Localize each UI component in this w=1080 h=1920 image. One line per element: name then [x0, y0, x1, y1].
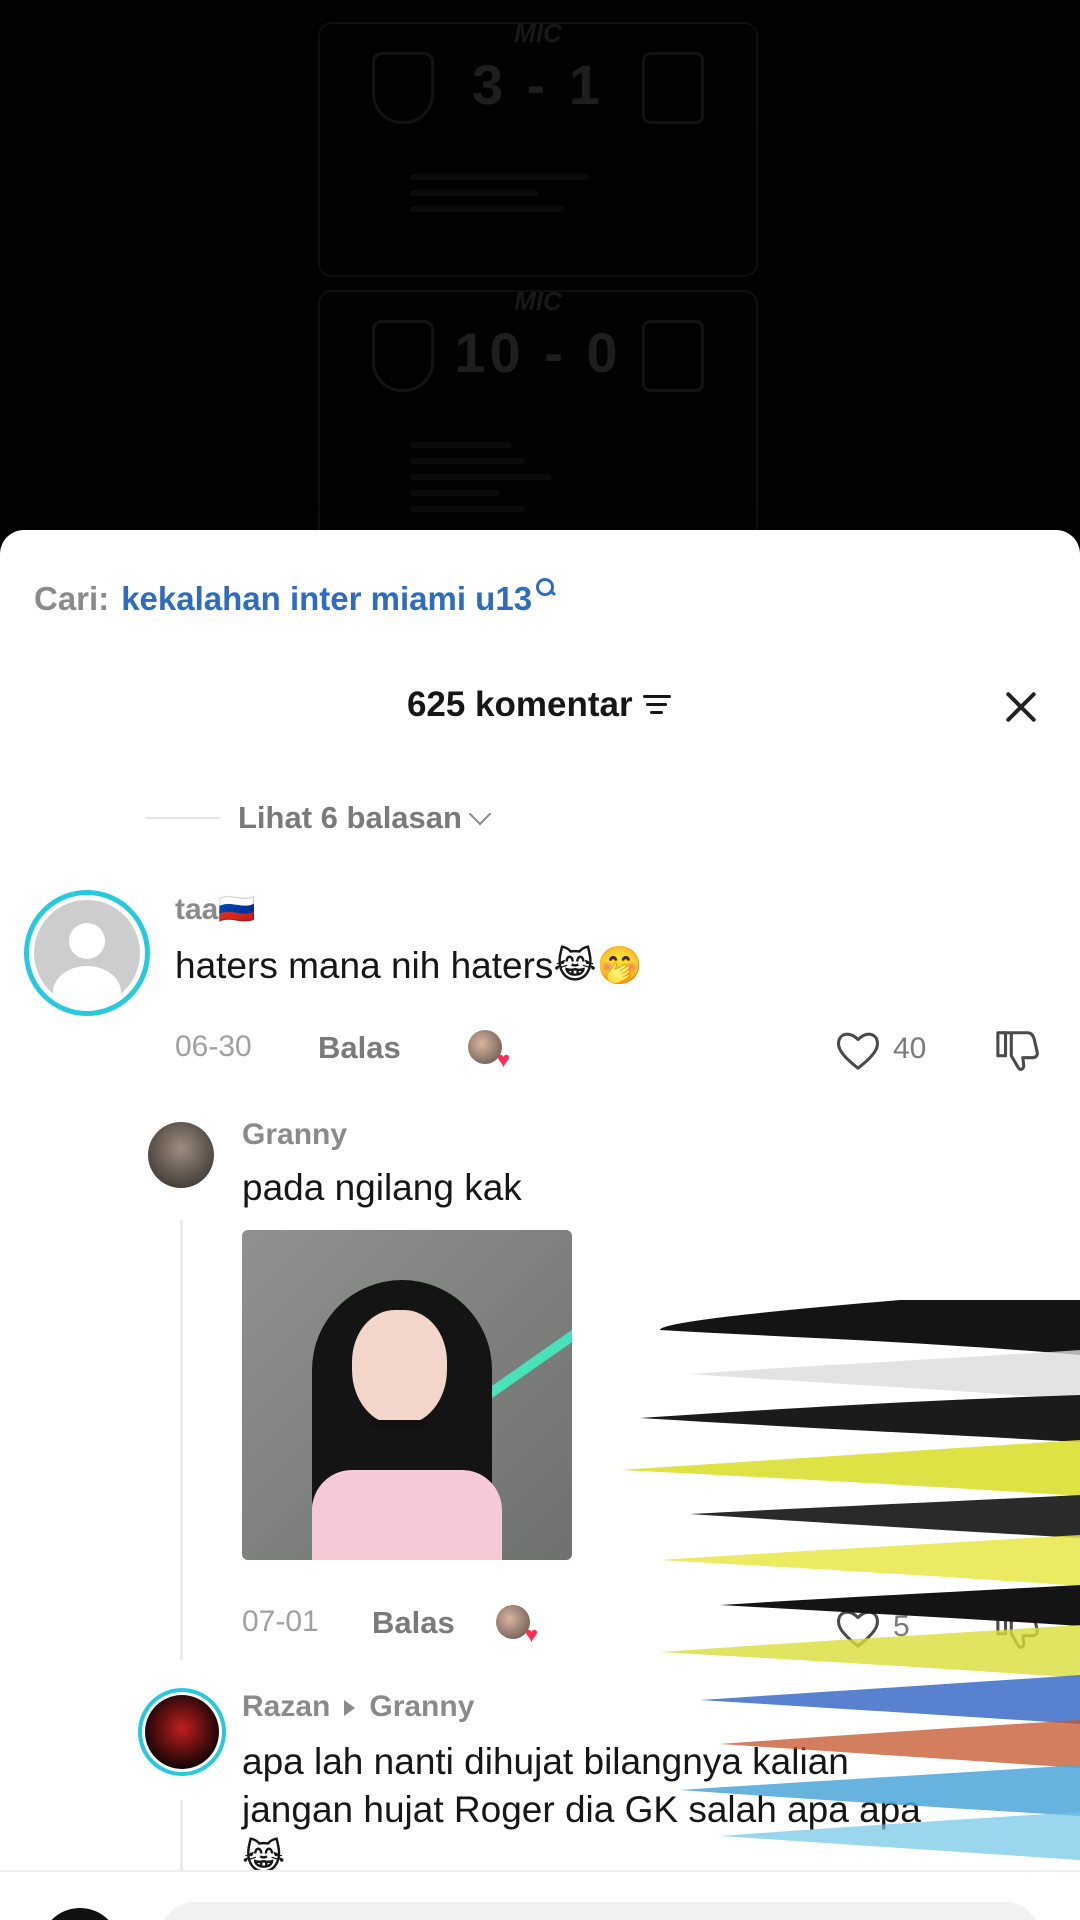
creator-liked-badge: ♥ [496, 1605, 538, 1647]
close-icon[interactable] [998, 685, 1042, 729]
comment-text: haters mana nih haters😹🤭 [175, 945, 643, 986]
comment-input[interactable] [160, 1902, 1040, 1920]
team-crest-icon [642, 320, 704, 392]
search-icon [536, 578, 555, 596]
comment-text: pada ngilang kak [242, 1167, 522, 1208]
comment-date: 06-30 [175, 1030, 252, 1063]
heart-icon: ♥ [524, 1622, 538, 1647]
comment-gif-image[interactable] [242, 1230, 572, 1560]
scoreboard-brand: MIC [514, 18, 562, 48]
avatar[interactable] [24, 890, 150, 1016]
comments-sheet: Cari: kekalahan inter miami u13 625 kome… [0, 530, 1080, 1920]
search-term-link[interactable]: kekalahan inter miami u13 [121, 580, 532, 618]
dislike-icon[interactable] [995, 1027, 1041, 1073]
comment-text: apa lah nanti dihujat bilangnya kalian j… [242, 1738, 921, 1882]
search-label: Cari: [34, 580, 110, 617]
scoreboard-image: MIC 3 - 1 [318, 18, 758, 277]
like-icon[interactable] [835, 1030, 881, 1072]
view-replies-label: Lihat 6 balasan [238, 800, 462, 835]
comment-username[interactable]: taa🇷🇺 [175, 892, 256, 927]
like-icon[interactable] [835, 1608, 881, 1650]
video-background[interactable]: MIC 3 - 1 MIC 10 - 0 [0, 0, 1080, 540]
scorers-list [410, 432, 666, 522]
avatar-image [145, 1695, 219, 1769]
avatar[interactable] [138, 1688, 226, 1776]
dislike-icon[interactable] [995, 1605, 1041, 1651]
sort-icon[interactable] [643, 693, 673, 717]
thread-line [180, 1220, 183, 1660]
scoreboard-image: MIC 10 - 0 [318, 286, 758, 540]
avatar[interactable] [148, 1122, 214, 1188]
view-replies-button[interactable]: Lihat 6 balasan [145, 800, 492, 836]
reply-arrow-icon [344, 1700, 356, 1717]
like-count: 40 [893, 1032, 927, 1065]
reply-button[interactable]: Balas [318, 1030, 401, 1066]
comment-count-title: 625 komentar [406, 685, 633, 724]
heart-icon: ♥ [496, 1047, 510, 1072]
reply-header: Razan Granny [242, 1690, 474, 1724]
like-count: 5 [893, 1610, 910, 1643]
comment-input-bar [0, 1870, 1080, 1920]
replied-to-username[interactable]: Granny [369, 1690, 474, 1723]
comment-date: 07-01 [242, 1605, 319, 1638]
comment-username[interactable]: Granny [242, 1118, 347, 1152]
comment-username[interactable]: Razan [242, 1690, 330, 1723]
search-suggestion[interactable]: Cari: kekalahan inter miami u13 [34, 578, 555, 618]
scorers-list [410, 164, 666, 222]
team-crest-icon [642, 52, 704, 124]
user-avatar[interactable] [40, 1908, 120, 1920]
creator-liked-badge: ♥ [468, 1030, 510, 1072]
divider [145, 817, 220, 819]
comment-text-line: apa lah nanti dihujat bilangnya kalian [242, 1741, 849, 1782]
scoreboard-brand: MIC [514, 286, 562, 316]
default-avatar-icon [34, 900, 140, 1006]
comment-text-line: jangan hujat Roger dia GK salah apa apa [242, 1789, 921, 1830]
chevron-down-icon [468, 802, 492, 826]
comments-header: 625 komentar [0, 685, 1080, 735]
reply-button[interactable]: Balas [372, 1605, 455, 1641]
